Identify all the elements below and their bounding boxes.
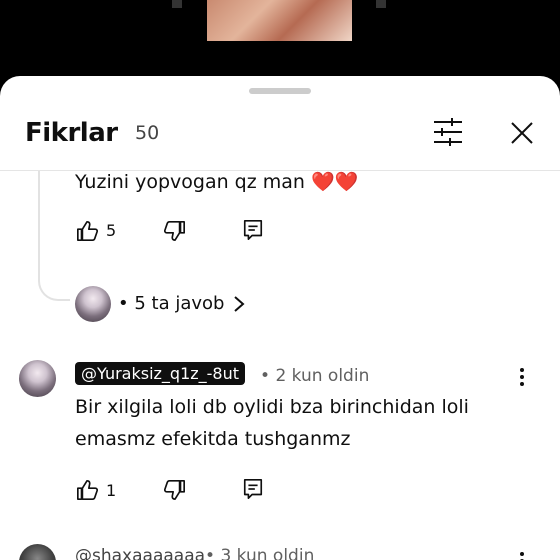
- reply-like-count: 5: [106, 221, 117, 240]
- thumbs-up-icon[interactable]: [76, 479, 98, 501]
- video-thumbnail: [207, 0, 352, 41]
- comment-text-line-2: emasmz efekitda tushganmz: [75, 428, 351, 450]
- comments-title: Fikrlar: [25, 118, 118, 148]
- reply-comment-text: Yuzini yopvogan qz man ❤️❤️: [75, 170, 358, 193]
- more-vert-icon[interactable]: [514, 366, 530, 388]
- avatar[interactable]: [19, 360, 56, 397]
- thumbs-down-icon[interactable]: [164, 479, 186, 501]
- comment-text-line-1: Bir xilgila loli db oylidi bza birinchid…: [75, 396, 469, 418]
- reply-icon[interactable]: [242, 478, 264, 500]
- view-replies-button[interactable]: • 5 ta javob: [118, 293, 224, 314]
- comment-author[interactable]: @Yuraksiz_q1z_-8ut: [75, 362, 246, 385]
- drag-handle[interactable]: [249, 88, 311, 94]
- comments-count: 50: [135, 122, 160, 144]
- comments-sheet: Fikrlar 50 Yuzini yopvogan qz man ❤️❤️ 5…: [0, 76, 560, 560]
- next-comment-time: • 3 kun oldin: [205, 546, 314, 560]
- video-marker-left: [172, 0, 182, 8]
- reply-thread-line: [38, 171, 70, 301]
- heart-emoji: ❤️❤️: [310, 171, 359, 193]
- thumbs-down-icon[interactable]: [164, 220, 186, 242]
- avatar[interactable]: [75, 286, 111, 322]
- avatar[interactable]: [19, 544, 56, 560]
- replies-label: 5 ta javob: [134, 293, 225, 314]
- close-icon[interactable]: [510, 121, 534, 145]
- reply-comment-body: Yuzini yopvogan qz man: [75, 171, 305, 193]
- more-vert-icon[interactable]: [514, 550, 530, 560]
- next-comment-author[interactable]: @shaxaaaaaaa: [75, 546, 205, 560]
- comment-like-count: 1: [106, 481, 117, 500]
- thumbs-up-icon[interactable]: [76, 220, 98, 242]
- video-marker-right: [376, 0, 386, 8]
- comment-time: • 2 kun oldin: [260, 366, 370, 386]
- filter-icon[interactable]: [432, 118, 464, 146]
- reply-icon[interactable]: [242, 219, 264, 241]
- next-comment-time-text: 3 kun oldin: [220, 546, 315, 560]
- comment-time-text: 2 kun oldin: [275, 366, 370, 386]
- chevron-right-icon[interactable]: [233, 295, 245, 313]
